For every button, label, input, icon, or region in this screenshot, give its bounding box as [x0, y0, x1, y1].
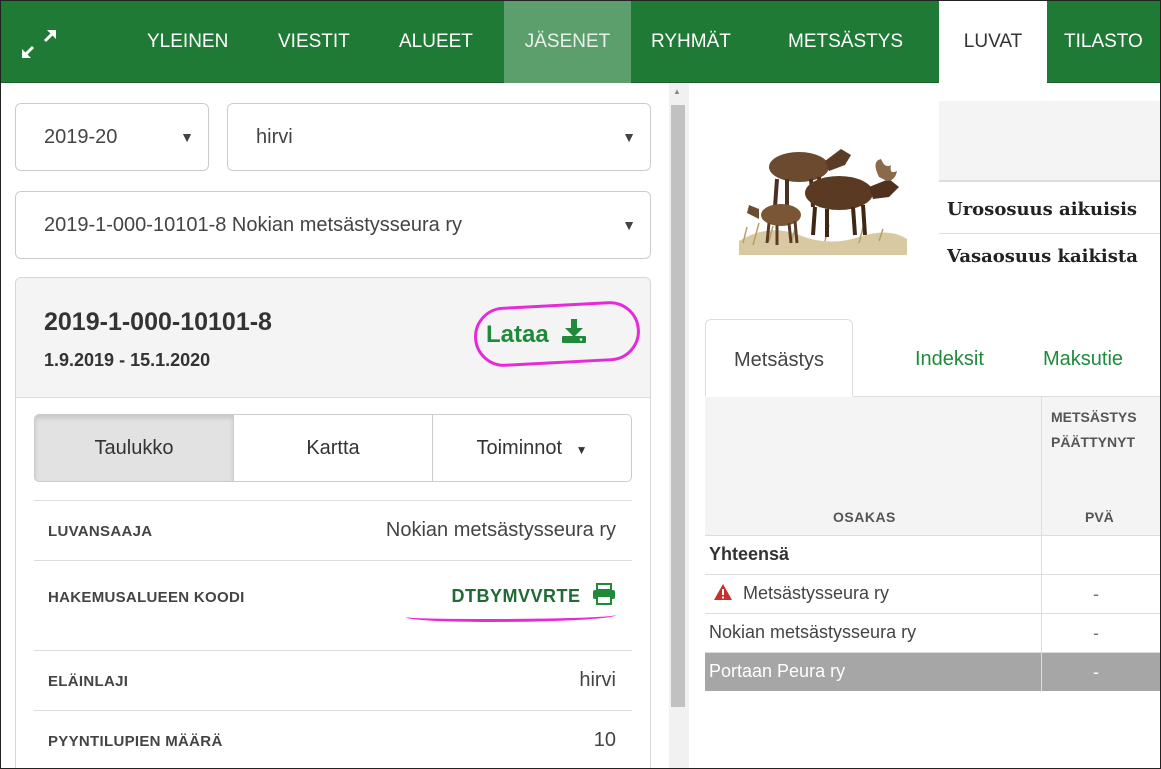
nav-viestit[interactable]: VIESTIT	[268, 1, 360, 83]
summary-divider	[939, 233, 1160, 234]
column-header-osakas: OSAKAS	[833, 509, 896, 525]
permit-number: 2019-1-000-10101-8	[44, 308, 272, 336]
expand-icon[interactable]	[19, 27, 59, 61]
area-code-text: DTBYMVVRTE	[451, 586, 581, 606]
row-name: Portaan Peura ry	[709, 661, 846, 681]
column-header-pva: PVÄ	[1085, 509, 1114, 525]
species-select[interactable]: hirvi ▼	[227, 103, 651, 171]
row-value: -	[1093, 662, 1099, 682]
tab-indeksit[interactable]: Indeksit	[887, 319, 1012, 397]
row-name: Yhteensä	[709, 544, 790, 564]
detail-row-luvansaaja: LUVANSAAJA Nokian metsästysseura ry	[34, 500, 632, 560]
permit-header: 2019-1-000-10101-8 1.9.2019 - 15.1.2020 …	[16, 278, 650, 398]
detail-value: Nokian metsästysseura ry	[385, 519, 616, 541]
table-view-button[interactable]: Taulukko	[34, 414, 234, 482]
download-icon	[561, 318, 587, 351]
caret-down-icon: ▼	[575, 443, 588, 457]
detail-value: 10	[593, 729, 616, 751]
nav-luvat[interactable]: LUVAT	[939, 1, 1047, 83]
detail-row-hakemusalueen-koodi: HAKEMUSALUEEN KOODI DTBYMVVRTE	[34, 560, 632, 650]
row-value: -	[1093, 623, 1099, 643]
header-line: PÄÄTTYNYT	[1051, 434, 1135, 450]
nav-tilasto[interactable]: TILASTO	[1054, 1, 1153, 83]
print-icon[interactable]	[592, 583, 616, 610]
summary-male-share: Urososuus aikuisis	[947, 199, 1138, 220]
column-header-metsastys: METSÄSTYS PÄÄTTYNYT	[1051, 405, 1137, 455]
permit-panel: 2019-1-000-10101-8 1.9.2019 - 15.1.2020 …	[15, 277, 651, 768]
tab-metsastys[interactable]: Metsästys	[705, 319, 854, 397]
warning-icon	[713, 583, 733, 606]
header-line: METSÄSTYS	[1051, 409, 1137, 425]
row-name-wrap: Metsästysseura ry	[709, 583, 889, 606]
species-value: hirvi	[256, 126, 293, 148]
chevron-down-icon: ▼	[180, 129, 194, 145]
table-row-total: Yhteensä	[705, 535, 1160, 574]
tab-maksutiedot[interactable]: Maksutie	[1015, 319, 1151, 397]
permit-dates: 1.9.2019 - 15.1.2020	[44, 350, 211, 370]
moose-illustration	[729, 131, 909, 255]
detail-row-elainlaji: ELÄINLAJI hirvi	[34, 650, 632, 710]
app-window: YLEINEN VIESTIT ALUEET JÄSENET RYHMÄT ME…	[0, 0, 1161, 769]
nav-yleinen[interactable]: YLEINEN	[137, 1, 238, 83]
chevron-down-icon: ▼	[622, 217, 636, 233]
summary-divider	[939, 181, 1160, 182]
top-navigation: YLEINEN VIESTIT ALUEET JÄSENET RYHMÄT ME…	[1, 1, 1160, 83]
download-button[interactable]: Lataa	[486, 318, 587, 351]
area-code-value[interactable]: DTBYMVVRTE	[451, 583, 616, 610]
detail-label: LUVANSAAJA	[48, 523, 153, 540]
detail-label: ELÄINLAJI	[48, 673, 129, 690]
nav-metsastys[interactable]: METSÄSTYS	[778, 1, 913, 83]
permit-select[interactable]: 2019-1-000-10101-8 Nokian metsästysseura…	[15, 191, 651, 259]
scrollbar-thumb[interactable]	[671, 105, 685, 707]
season-select[interactable]: 2019-20 ▼	[15, 103, 209, 171]
nav-ryhmat[interactable]: RYHMÄT	[641, 1, 741, 83]
row-name: Nokian metsästysseura ry	[709, 622, 917, 642]
table-row[interactable]: Nokian metsästysseura ry -	[705, 613, 1160, 652]
scroll-up-icon[interactable]: ▲	[673, 87, 681, 96]
detail-value: hirvi	[579, 669, 616, 691]
actions-label: Toiminnot	[476, 437, 563, 459]
download-label: Lataa	[486, 321, 549, 348]
row-value: -	[1093, 584, 1099, 604]
permit-value: 2019-1-000-10101-8 Nokian metsästysseura…	[44, 214, 462, 236]
nav-alueet[interactable]: ALUEET	[389, 1, 483, 83]
table-row-selected[interactable]: Portaan Peura ry -	[705, 652, 1160, 691]
column-divider	[1041, 397, 1042, 691]
nav-jasenet[interactable]: JÄSENET	[504, 1, 631, 83]
row-name: Metsästysseura ry	[743, 583, 890, 603]
tab-bar: Metsästys Indeksit Maksutie	[705, 319, 1160, 397]
table-row[interactable]: Metsästysseura ry -	[705, 574, 1160, 613]
actions-dropdown[interactable]: Toiminnot ▼	[432, 414, 632, 482]
detail-row-pyyntilupien-maara: PYYNTILUPIEN MÄÄRÄ 10	[34, 710, 632, 768]
detail-label: PYYNTILUPIEN MÄÄRÄ	[48, 733, 223, 750]
view-button-group: Taulukko Kartta Toiminnot ▼	[34, 414, 632, 482]
summary-calf-share: Vasaosuus kaikista	[947, 246, 1138, 267]
map-view-button[interactable]: Kartta	[233, 414, 433, 482]
chevron-down-icon: ▼	[622, 129, 636, 145]
summary-header	[939, 101, 1160, 181]
detail-label: HAKEMUSALUEEN KOODI	[48, 589, 245, 606]
season-value: 2019-20	[44, 126, 118, 148]
